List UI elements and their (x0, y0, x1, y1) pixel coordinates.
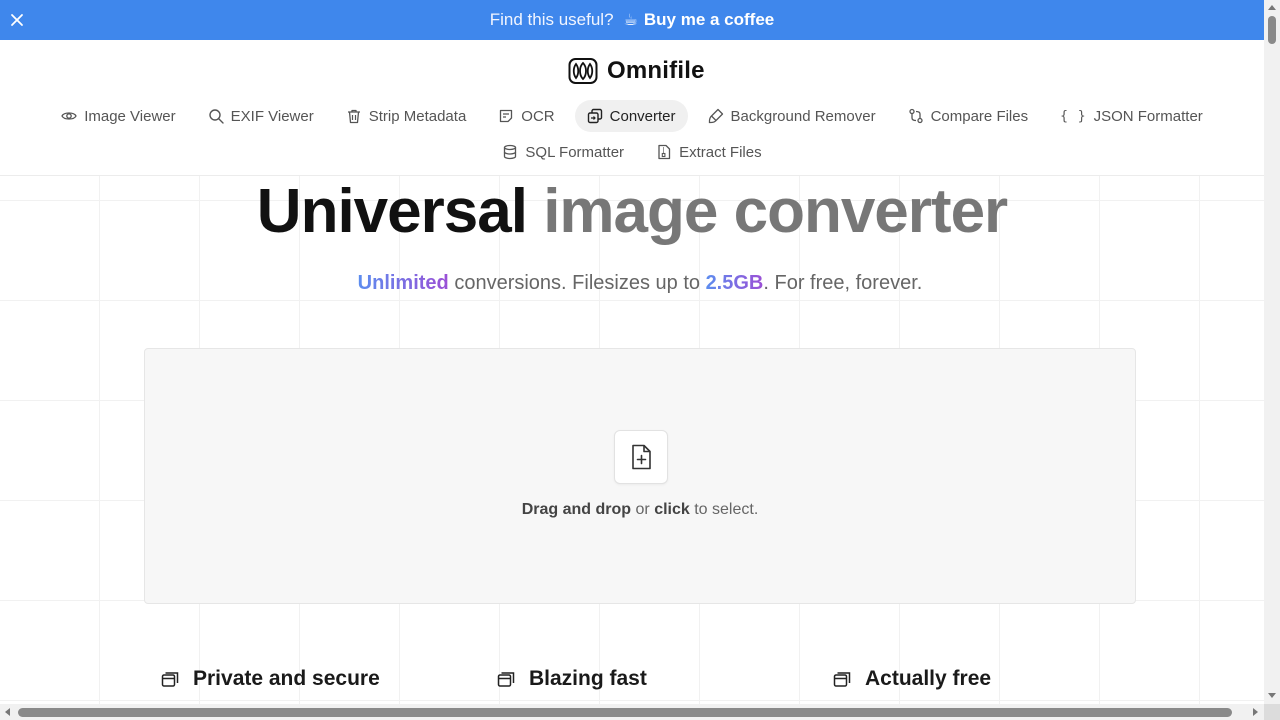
file-archive-icon (658, 144, 671, 160)
page-title: Universal image converter (0, 177, 1264, 247)
feature-title: Private and secure (193, 667, 380, 690)
nav-item-label: SQL Formatter (525, 143, 625, 161)
database-icon (504, 144, 517, 160)
subtitle-text-end: . For free, forever. (763, 272, 923, 294)
nav-row-primary: Image Viewer EXIF Viewer Strip Metadata (0, 100, 1264, 132)
omnifile-logo-icon (568, 58, 598, 84)
nav-item-label: Extract Files (679, 143, 762, 161)
nav-item-sql-formatter[interactable]: SQL Formatter (490, 136, 636, 168)
select-text: to select. (689, 501, 759, 518)
nav-item-label: JSON Formatter (1093, 107, 1203, 125)
nav-item-label: Image Viewer (84, 107, 176, 125)
scroll-right-arrow-icon[interactable] (1253, 708, 1258, 716)
title-secondary: image converter (543, 177, 1008, 246)
brand-name: Omnifile (607, 57, 705, 84)
vertical-scroll-thumb[interactable] (1268, 16, 1276, 44)
nav-item-image-viewer[interactable]: Image Viewer (49, 100, 187, 132)
feature-actually-free: Actually free (833, 667, 991, 691)
nav-item-exif-viewer[interactable]: EXIF Viewer (196, 100, 326, 132)
scan-text-icon (500, 109, 513, 123)
vertical-scrollbar[interactable] (1264, 0, 1280, 704)
title-primary: Universal (256, 177, 528, 246)
nav-item-background-remover[interactable]: Background Remover (696, 100, 888, 132)
nav-item-json-formatter[interactable]: { } JSON Formatter (1048, 100, 1215, 132)
nav-row-secondary: SQL Formatter Extract Files (0, 136, 1264, 168)
window-icon (497, 672, 515, 687)
drag-drop-text: Drag and drop (521, 501, 632, 518)
feature-title: Actually free (865, 667, 992, 690)
subtitle-text: conversions. Filesizes up to (448, 272, 706, 294)
file-plus-button[interactable] (614, 430, 668, 484)
subtitle-highlight-unlimited: Unlimited (357, 272, 449, 294)
horizontal-scroll-thumb[interactable] (18, 708, 1232, 717)
scroll-up-arrow-icon[interactable] (1268, 5, 1276, 10)
window-icon (833, 672, 851, 687)
site-header: Omnifile Image Viewer EXIF Viewer Strip … (0, 40, 1264, 176)
close-icon[interactable] (8, 11, 26, 29)
nav-item-converter[interactable]: Converter (574, 100, 688, 132)
nav-item-label: OCR (521, 107, 555, 125)
subtitle-highlight-size: 2.5GB (705, 272, 764, 294)
nav-item-compare-files[interactable]: Compare Files (896, 100, 1041, 132)
file-plus-icon (632, 444, 651, 470)
file-dropzone[interactable]: Drag and drop or click to select. (144, 348, 1136, 604)
trash-icon (347, 109, 360, 124)
dropzone-instructions: Drag and drop or click to select. (145, 501, 1135, 519)
promo-banner: Find this useful? ☕ Buy me a coffee (0, 0, 1264, 40)
main-content: Universal image converter Unlimited conv… (0, 175, 1264, 704)
nav-item-label: Compare Files (930, 107, 1029, 125)
coffee-icon: ☕ (623, 12, 638, 29)
window-icon (161, 672, 179, 687)
brand[interactable]: Omnifile (568, 56, 705, 86)
converter-icon (587, 108, 602, 124)
eye-icon (61, 112, 77, 120)
brush-icon (708, 108, 723, 124)
click-text: click (654, 501, 690, 518)
scroll-down-arrow-icon[interactable] (1268, 693, 1276, 698)
scroll-left-arrow-icon[interactable] (5, 708, 10, 716)
nav-item-label: EXIF Viewer (230, 107, 314, 125)
git-compare-icon (908, 108, 923, 124)
buy-coffee-link[interactable]: Buy me a coffee (644, 10, 774, 30)
feature-private-secure: Private and secure (161, 667, 380, 691)
page-subtitle: Unlimited conversions. Filesizes up to 2… (0, 272, 1264, 295)
promo-question: Find this useful? (489, 10, 614, 29)
nav-item-extract-files[interactable]: Extract Files (644, 136, 774, 168)
feature-title: Blazing fast (529, 667, 647, 690)
browser-viewport: Find this useful? ☕ Buy me a coffee Omni… (0, 0, 1264, 704)
or-text: or (631, 501, 655, 518)
braces-icon: { } (1060, 108, 1087, 124)
nav-item-label: Background Remover (730, 107, 876, 125)
horizontal-scrollbar[interactable] (0, 704, 1264, 720)
search-icon (208, 109, 224, 124)
nav-item-label: Strip Metadata (368, 107, 467, 125)
nav-item-label: Converter (609, 107, 676, 125)
feature-blazing-fast: Blazing fast (497, 667, 647, 691)
nav-item-strip-metadata[interactable]: Strip Metadata (334, 100, 479, 132)
scrollbar-corner (1264, 704, 1280, 720)
nav-item-ocr[interactable]: OCR (486, 100, 566, 132)
